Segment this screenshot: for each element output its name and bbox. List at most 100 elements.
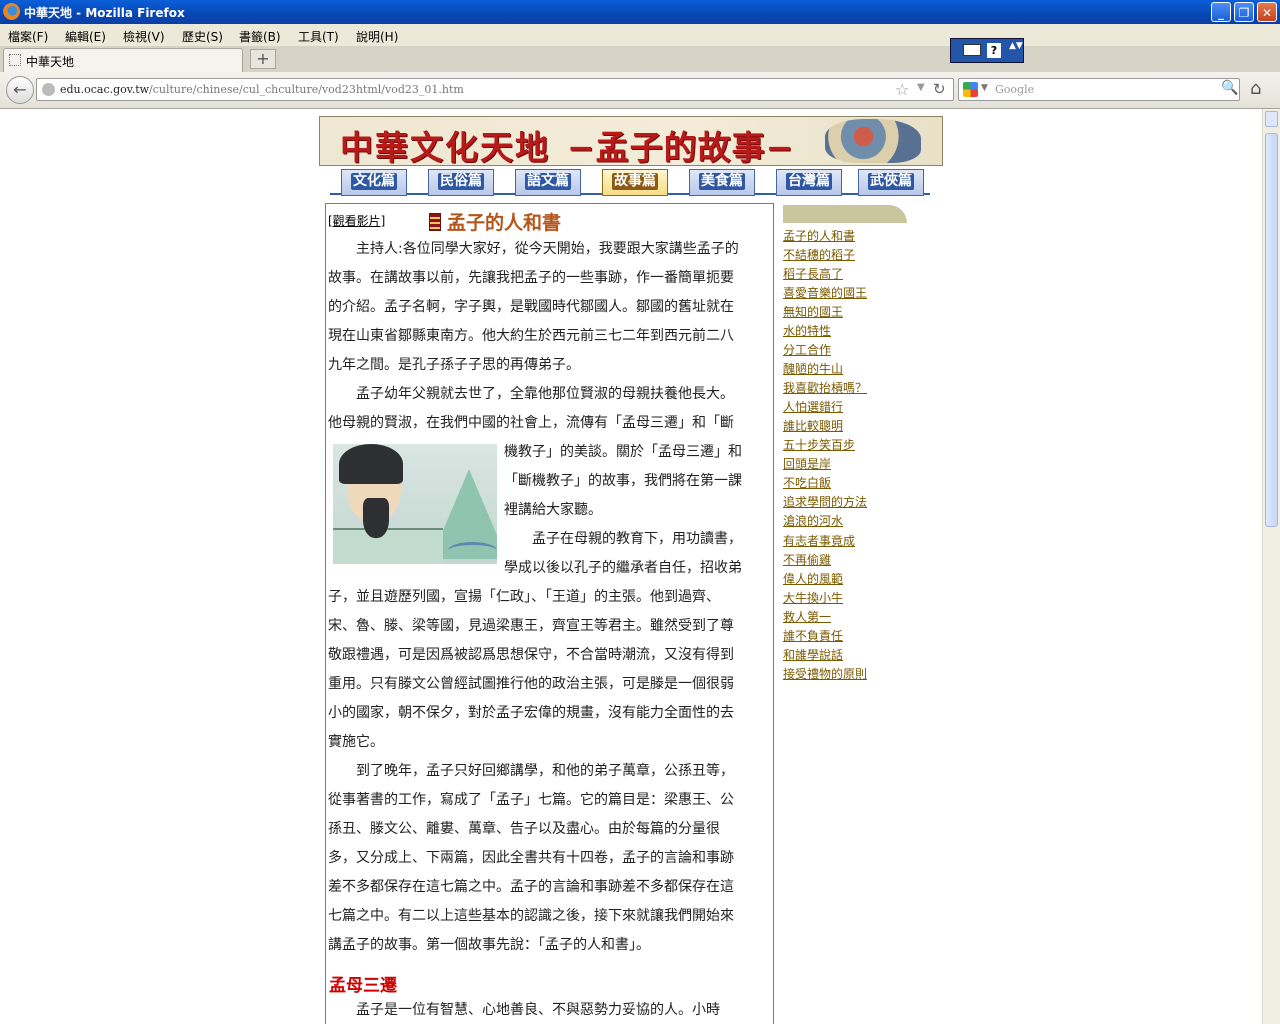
- search-input[interactable]: Google: [995, 83, 1034, 96]
- sidebar-link[interactable]: 誰比較聰明: [783, 417, 843, 434]
- sidebar-link[interactable]: 我喜歡抬槓嗎？: [783, 379, 867, 396]
- sidebar-link[interactable]: 回頭是岸: [783, 455, 831, 472]
- sidebar-link[interactable]: 救人第一: [783, 608, 831, 625]
- new-tab-button[interactable]: +: [250, 49, 276, 69]
- text-line: 的介紹。孟子名軻，字子輿，是戰國時代鄒國人。鄒國的舊址就在: [328, 299, 734, 315]
- sidebar-link[interactable]: 不結穗的稻子: [783, 246, 855, 263]
- text-line: 孟子是一位有智慧、心地善良、不與惡勢力妥協的人。小時: [328, 1002, 720, 1018]
- sidebar-link[interactable]: 追求學問的方法: [783, 493, 867, 510]
- article-panel: [觀看影片] 孟子的人和書 主持人:各位同學大家好，從今天開始，我要跟大家講些孟…: [325, 203, 774, 1024]
- sidebar-link[interactable]: 無知的國王: [783, 303, 843, 320]
- google-icon[interactable]: [963, 82, 978, 97]
- text-line: 實施它。: [328, 734, 384, 750]
- address-bar[interactable]: edu.ocac.gov.tw/culture/chinese/cul_chcu…: [36, 78, 954, 101]
- text-line: 孟子在母親的教育下，用功讀書，: [504, 531, 742, 547]
- sidebar-link[interactable]: 大牛換小牛: [783, 589, 843, 606]
- sidebar-link[interactable]: 孟子的人和書: [783, 227, 855, 244]
- text-line: 現在山東省鄒縣東南方。他大約生於西元前三七二年到西元前二八: [328, 328, 734, 344]
- lesson-title: 孟子的人和書: [429, 208, 561, 235]
- text-line: 小的國家，朝不保夕，對於孟子宏偉的規畫，沒有能力全面性的去: [328, 705, 734, 721]
- window-titlebar: 中華天地 - Mozilla Firefox _ ❐ ✕: [0, 0, 1280, 24]
- close-button[interactable]: ✕: [1257, 2, 1277, 22]
- beard-shape: [363, 498, 389, 538]
- menu-tools[interactable]: 工具(T): [298, 28, 339, 45]
- nav-martial[interactable]: 武俠篇: [858, 169, 924, 196]
- nav-folk[interactable]: 民俗篇: [428, 169, 494, 196]
- maximize-button[interactable]: ❐: [1234, 2, 1254, 22]
- watch-video-link[interactable]: [觀看影片]: [328, 212, 385, 229]
- keyboard-icon[interactable]: [963, 44, 981, 56]
- text-line: 九年之間。是孔子孫子子思的再傳弟子。: [328, 357, 580, 373]
- sidebar-link[interactable]: 有志者事竟成: [783, 532, 855, 549]
- sidebar-link[interactable]: 五十步笑百步: [783, 436, 855, 453]
- menu-history[interactable]: 歷史(S): [182, 28, 223, 45]
- banner-site-title: 中華文化天地: [340, 128, 550, 167]
- back-button[interactable]: ←: [6, 76, 34, 104]
- menu-view[interactable]: 檢視(V): [123, 28, 165, 45]
- tab-label: 中華天地: [26, 55, 75, 69]
- paragraph-wrap-around-image: 機教子」的美談。關於「孟母三遷」和 「斷機教子」的故事，我們將在第一課 裡講給大…: [504, 438, 768, 583]
- search-icon[interactable]: 🔍: [1221, 80, 1238, 96]
- sidebar-link[interactable]: 偉人的風範: [783, 570, 843, 587]
- address-domain: edu.ocac.gov.tw: [60, 83, 150, 96]
- search-engine-dropdown-icon[interactable]: ▼: [981, 83, 988, 93]
- sidebar-link[interactable]: 不再偷雞: [783, 551, 831, 568]
- history-dropdown-icon[interactable]: ▼: [917, 82, 925, 93]
- text-line: 孟子幼年父親就去世了，全靠他那位賢淑的母親扶養他長大。: [328, 386, 734, 402]
- nav-label: 故事篇: [612, 173, 658, 190]
- sidebar-link[interactable]: 滄浪的河水: [783, 512, 843, 529]
- sidebar-link[interactable]: 稻子長高了: [783, 265, 843, 282]
- menu-edit[interactable]: 編輯(E): [65, 28, 106, 45]
- page-icon: [9, 54, 21, 66]
- menu-file[interactable]: 檔案(F): [8, 28, 48, 45]
- reload-icon[interactable]: ↻: [933, 80, 946, 98]
- mencius-portrait-illustration: [333, 444, 497, 564]
- scroll-up-button[interactable]: [1265, 111, 1278, 127]
- nav-language[interactable]: 語文篇: [515, 169, 581, 196]
- page-viewport: 中華文化天地 −孟子的故事− 文化篇 民俗篇 語文篇 故事篇 美食篇 台灣篇 武…: [0, 109, 1262, 1024]
- nav-taiwan[interactable]: 台灣篇: [776, 169, 842, 196]
- address-path: /culture/chinese/cul_chculture/vod23html…: [149, 83, 464, 96]
- sidebar-link[interactable]: 分工合作: [783, 341, 831, 358]
- sidebar-link[interactable]: 水的特性: [783, 322, 831, 339]
- nav-stories[interactable]: 故事篇: [602, 169, 668, 196]
- vertical-scrollbar[interactable]: [1262, 109, 1280, 1024]
- window-title: 中華天地 - Mozilla Firefox: [24, 6, 185, 20]
- tab-current[interactable]: 中華天地: [3, 48, 243, 72]
- text-line: 到了晚年，孟子只好回鄉講學，和他的弟子萬章，公孫丑等，: [328, 763, 734, 779]
- sidebar-link[interactable]: 誰不負責任: [783, 627, 843, 644]
- text-line: 七篇之中。有二以上這些基本的認識之後，接下來就讓我們開始來: [328, 908, 734, 924]
- menu-help[interactable]: 說明(H): [356, 28, 398, 45]
- nav-label: 語文篇: [525, 173, 571, 190]
- ime-toolbar[interactable]: ? ▲▼: [950, 38, 1024, 63]
- sidebar-header-tab: [783, 205, 907, 223]
- sidebar-link[interactable]: 和誰學說話: [783, 646, 843, 663]
- sidebar-link[interactable]: 不吃白飯: [783, 474, 831, 491]
- menu-bookmarks[interactable]: 書籤(B): [239, 28, 281, 45]
- bookmark-star-icon[interactable]: ☆: [895, 80, 909, 99]
- address-url[interactable]: edu.ocac.gov.tw/culture/chinese/cul_chcu…: [60, 83, 464, 96]
- nav-food[interactable]: 美食篇: [689, 169, 755, 196]
- sidebar-link[interactable]: 喜愛音樂的國王: [783, 284, 867, 301]
- ime-arrows-icon[interactable]: ▲▼: [1009, 42, 1023, 51]
- text-line: 孫丑、滕文公、離婁、萬章、告子以及盡心。由於每篇的分量很: [328, 821, 720, 837]
- sidebar-link[interactable]: 醜陋的牛山: [783, 360, 843, 377]
- paragraph-section: 孟子是一位有智慧、心地善良、不與惡勢力妥協的人。小時: [328, 996, 768, 1024]
- site-banner: 中華文化天地 −孟子的故事−: [319, 116, 943, 167]
- hair-shape: [339, 444, 403, 484]
- text-line: 學成以後以孔子的繼承者自任，招收弟: [504, 560, 742, 576]
- scrollbar-thumb[interactable]: [1265, 133, 1278, 527]
- home-button[interactable]: ⌂: [1250, 78, 1261, 99]
- text-line: 子，並且遊歷列國，宣揚「仁政」、「王道」的主張。他到過齊、: [328, 589, 720, 605]
- nav-label: 台灣篇: [786, 173, 832, 190]
- film-strip-icon: [429, 213, 441, 231]
- nav-culture[interactable]: 文化篇: [341, 169, 407, 196]
- text-line: 差不多都保存在這七篇之中。孟子的言論和事跡差不多都保存在這: [328, 879, 734, 895]
- help-icon[interactable]: ?: [987, 43, 1001, 58]
- nav-label: 文化篇: [351, 173, 397, 190]
- sidebar-link[interactable]: 接受禮物的原則: [783, 665, 867, 682]
- sidebar-link[interactable]: 人怕選錯行: [783, 398, 843, 415]
- robe-shape: [333, 528, 443, 564]
- minimize-button[interactable]: _: [1211, 2, 1231, 22]
- search-bar[interactable]: ▼ Google 🔍: [958, 78, 1240, 101]
